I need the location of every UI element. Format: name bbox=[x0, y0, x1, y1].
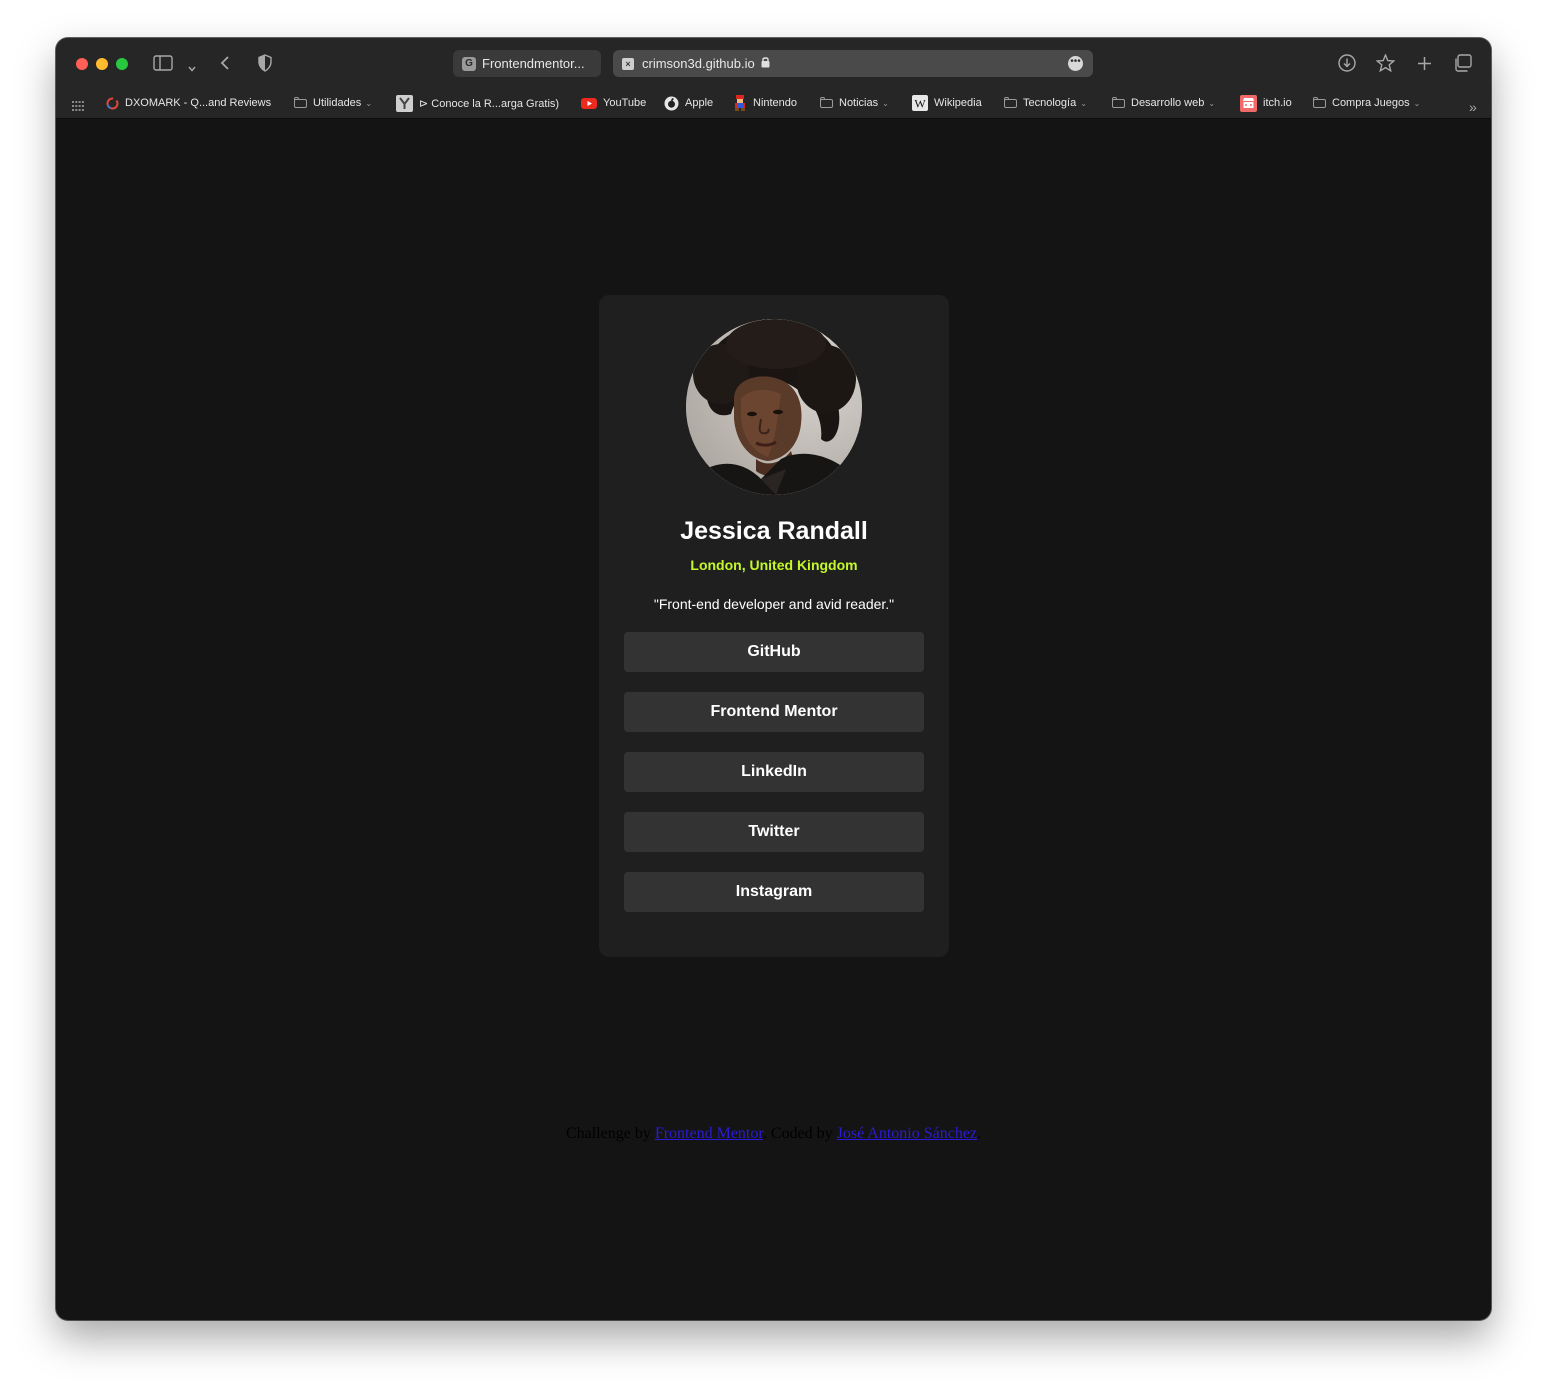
tab-favicon-icon: G bbox=[462, 56, 476, 71]
frontend-mentor-link-button[interactable]: Frontend Mentor bbox=[624, 692, 924, 732]
bookmark-conoce[interactable]: ⊳ Conoce la R...arga Gratis) bbox=[396, 94, 560, 112]
more-bookmarks-chevron-icon[interactable]: » bbox=[1469, 99, 1477, 115]
apple-icon bbox=[664, 96, 679, 111]
bookmark-folder-utilidades[interactable]: Utilidades ⌄ bbox=[294, 96, 372, 110]
footer-suffix: . bbox=[977, 1125, 982, 1142]
bookmark-nintendo[interactable]: Nintendo bbox=[733, 95, 798, 111]
bookmark-wikipedia[interactable]: W Wikipedia bbox=[912, 95, 982, 111]
browser-window: G Frontendmentor... × crimson3d.github.i… bbox=[56, 38, 1491, 1320]
bookmark-folder-noticias[interactable]: Noticias ⌄ bbox=[820, 96, 889, 110]
apps-grid-icon[interactable] bbox=[72, 98, 84, 116]
lock-icon bbox=[761, 56, 770, 71]
bookmark-label: Apple bbox=[685, 97, 714, 109]
site-favicon-icon: × bbox=[622, 57, 634, 70]
address-bar[interactable]: × crimson3d.github.io ••• bbox=[613, 50, 1093, 77]
bookmark-folder-tecnologia[interactable]: Tecnología ⌄ bbox=[1004, 96, 1087, 110]
bookmark-folder-compra-juegos[interactable]: Compra Juegos ⌄ bbox=[1313, 96, 1420, 110]
address-bar-url: crimson3d.github.io bbox=[642, 56, 755, 71]
folder-icon bbox=[820, 96, 833, 108]
twitter-link-button[interactable]: Twitter bbox=[624, 812, 924, 852]
author-footer-link[interactable]: José Antonio Sánchez bbox=[837, 1125, 977, 1142]
attribution-footer: Challenge by Frontend Mentor. Coded by J… bbox=[56, 1125, 1491, 1143]
bookmark-label: Tecnología bbox=[1023, 97, 1077, 109]
browser-toolbar: G Frontendmentor... × crimson3d.github.i… bbox=[56, 38, 1491, 88]
bookmark-itchio[interactable]: itch.io bbox=[1240, 94, 1292, 112]
dxomark-icon bbox=[106, 97, 119, 110]
profile-bio: "Front-end developer and avid reader." bbox=[653, 596, 895, 612]
folder-icon bbox=[294, 96, 307, 108]
folder-icon bbox=[1313, 96, 1326, 108]
bookmark-label: YouTube bbox=[603, 97, 647, 109]
bookmark-label: Noticias bbox=[839, 97, 879, 109]
sidebar-toggle-icon[interactable] bbox=[153, 55, 173, 76]
folder-icon bbox=[1004, 96, 1017, 108]
tab-frontendmentor[interactable]: G Frontendmentor... bbox=[453, 50, 601, 77]
profile-card: Jessica Randall London, United Kingdom "… bbox=[599, 295, 949, 957]
bookmark-folder-desarrollo-web[interactable]: Desarrollo web ⌄ bbox=[1112, 96, 1215, 110]
bookmark-label: Utilidades bbox=[313, 97, 362, 109]
new-tab-plus-icon[interactable] bbox=[1417, 56, 1432, 76]
chevron-down-icon: ⌄ bbox=[365, 98, 373, 108]
downloads-icon[interactable] bbox=[1338, 54, 1356, 77]
minimize-window-button[interactable] bbox=[96, 58, 108, 70]
github-link-button[interactable]: GitHub bbox=[624, 632, 924, 672]
close-window-button[interactable] bbox=[76, 58, 88, 70]
instagram-link-button[interactable]: Instagram bbox=[624, 872, 924, 912]
star-icon[interactable] bbox=[1375, 53, 1396, 77]
frontend-mentor-footer-link[interactable]: Frontend Mentor bbox=[655, 1125, 763, 1142]
avatar bbox=[686, 319, 862, 495]
chevron-down-icon: ⌄ bbox=[882, 98, 889, 108]
folder-icon bbox=[1112, 96, 1125, 108]
profile-location: London, United Kingdom bbox=[690, 557, 858, 573]
svg-text:W: W bbox=[914, 97, 926, 111]
chevron-down-icon: ⌄ bbox=[1208, 98, 1216, 108]
bookmark-dxomark[interactable]: DXOMARK - Q...and Reviews bbox=[106, 96, 271, 110]
bookmark-favicon-icon bbox=[396, 94, 413, 112]
wikipedia-icon: W bbox=[912, 95, 928, 111]
bookmark-label: DXOMARK - Q...and Reviews bbox=[125, 97, 272, 109]
tab-label: Frontendmentor... bbox=[482, 56, 585, 71]
chevron-down-icon: ⌄ bbox=[1413, 98, 1421, 108]
nintendo-icon bbox=[733, 95, 747, 111]
chevron-down-icon: ⌄ bbox=[1080, 98, 1087, 108]
itchio-icon bbox=[1240, 94, 1257, 112]
bookmark-label: Nintendo bbox=[753, 97, 798, 109]
chevron-down-icon[interactable] bbox=[188, 59, 196, 77]
youtube-icon bbox=[581, 97, 597, 109]
privacy-shield-icon[interactable] bbox=[258, 54, 272, 77]
tab-overview-icon[interactable] bbox=[1453, 54, 1472, 77]
bookmark-label: itch.io bbox=[1263, 97, 1292, 109]
bookmark-label: Compra Juegos bbox=[1332, 97, 1410, 109]
page-menu-icon[interactable]: ••• bbox=[1068, 56, 1083, 71]
zoom-window-button[interactable] bbox=[116, 58, 128, 70]
bookmark-youtube[interactable]: YouTube bbox=[581, 96, 646, 110]
back-arrow-icon[interactable] bbox=[220, 55, 230, 76]
bookmark-apple[interactable]: Apple bbox=[664, 96, 713, 110]
bookmark-label: ⊳ Conoce la R...arga Gratis) bbox=[419, 97, 560, 110]
profile-name: Jessica Randall bbox=[680, 517, 868, 545]
bookmark-label: Desarrollo web bbox=[1131, 97, 1205, 109]
linkedin-link-button[interactable]: LinkedIn bbox=[624, 752, 924, 792]
footer-prefix: Challenge by bbox=[565, 1125, 651, 1142]
bookmark-label: Wikipedia bbox=[934, 97, 982, 109]
footer-middle: . Coded by bbox=[762, 1125, 833, 1142]
